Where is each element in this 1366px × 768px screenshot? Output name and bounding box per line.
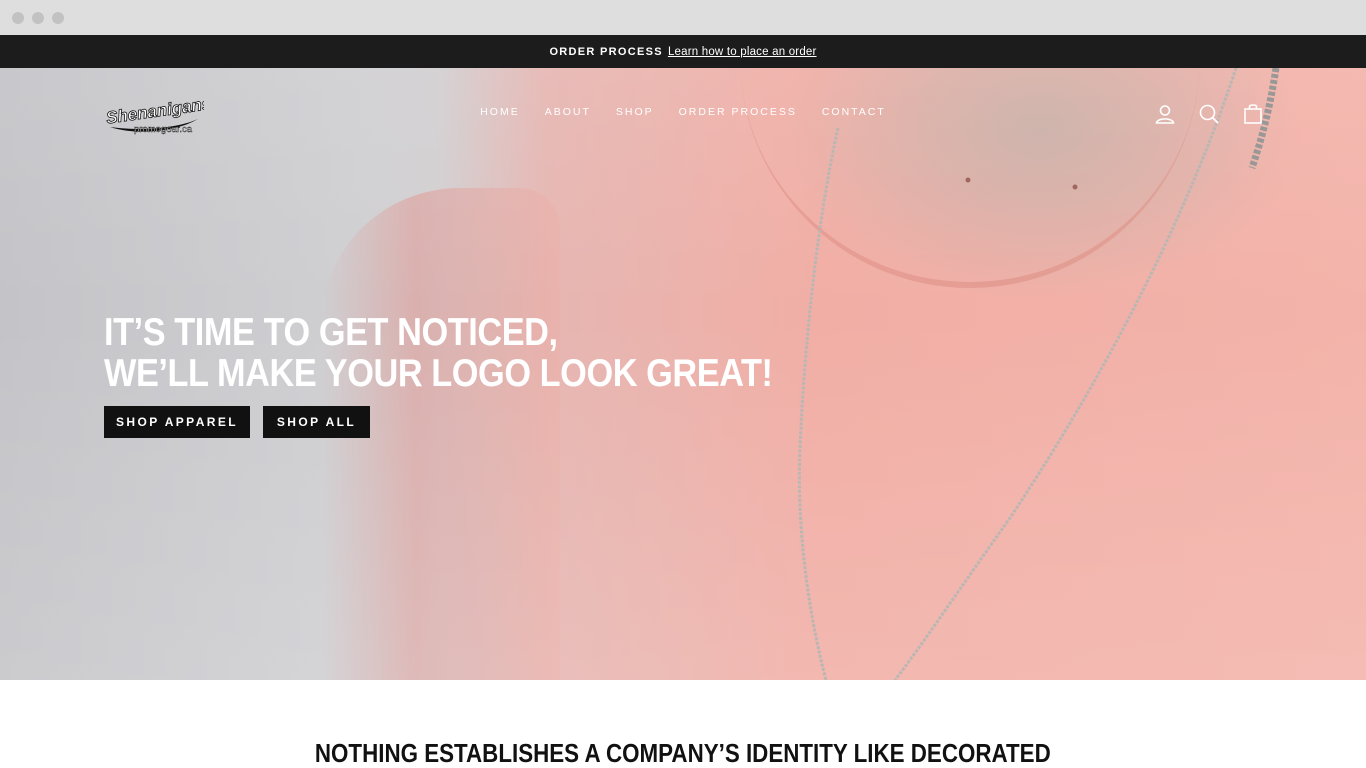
nav-home[interactable]: HOME xyxy=(480,106,520,118)
announcement-title: ORDER PROCESS xyxy=(549,45,663,58)
shop-apparel-button[interactable]: SHOP APPAREL xyxy=(104,406,250,438)
browser-chrome xyxy=(0,0,1366,35)
shop-all-button[interactable]: SHOP ALL xyxy=(263,406,370,438)
logo-domain-text: promogear.ca xyxy=(134,124,193,135)
announcement-link[interactable]: Learn how to place an order xyxy=(668,46,817,58)
nav-contact[interactable]: CONTACT xyxy=(822,106,886,118)
section-title-text: NOTHING ESTABLISHES A COMPANY’S IDENTITY… xyxy=(315,738,1051,768)
account-icon[interactable] xyxy=(1154,103,1176,125)
window-close-dot[interactable] xyxy=(12,12,24,24)
window-maximize-dot[interactable] xyxy=(52,12,64,24)
hero-headline: IT’S TIME TO GET NOTICED, WE’LL MAKE YOU… xyxy=(104,312,773,394)
nav-order-process[interactable]: ORDER PROCESS xyxy=(679,106,797,118)
hero-headline-line2: WE’LL MAKE YOUR LOGO LOOK GREAT! xyxy=(104,352,773,395)
cart-icon[interactable] xyxy=(1242,103,1264,125)
announcement-bar: ORDER PROCESS Learn how to place an orde… xyxy=(0,35,1366,68)
nav-shop[interactable]: SHOP xyxy=(616,106,654,118)
nav-about[interactable]: ABOUT xyxy=(545,106,591,118)
window-minimize-dot[interactable] xyxy=(32,12,44,24)
search-icon[interactable] xyxy=(1198,103,1220,125)
section-title: NOTHING ESTABLISHES A COMPANY’S IDENTITY… xyxy=(0,738,1366,768)
hero-buttons: SHOP APPAREL SHOP ALL xyxy=(104,406,370,438)
hero-headline-line1: IT’S TIME TO GET NOTICED, xyxy=(104,311,558,354)
header-icons xyxy=(1154,103,1264,125)
